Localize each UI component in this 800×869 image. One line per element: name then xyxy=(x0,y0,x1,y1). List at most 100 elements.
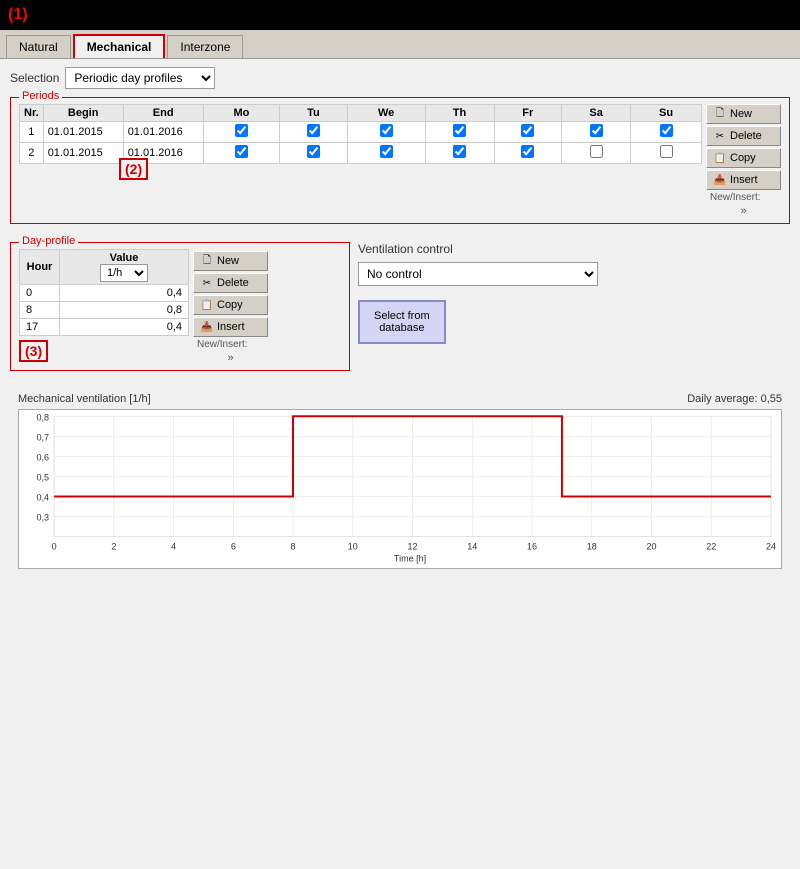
svg-text:14: 14 xyxy=(467,542,477,552)
annotation-3: (3) xyxy=(19,340,48,362)
title-bar: (1) xyxy=(0,0,800,30)
annotation-2: (2) xyxy=(119,158,148,180)
day-copy-button[interactable]: 📋 Copy xyxy=(193,295,268,315)
svg-text:2: 2 xyxy=(111,542,116,552)
svg-text:0,6: 0,6 xyxy=(37,452,50,462)
day-table-wrap: Hour Value 1/h m³/h xyxy=(19,249,189,364)
col-mo: Mo xyxy=(203,105,279,122)
period-2-nr: 2 xyxy=(20,143,44,164)
col-end: End xyxy=(123,105,203,122)
periods-delete-button[interactable]: ✂ Delete xyxy=(706,126,781,146)
svg-text:22: 22 xyxy=(706,542,716,552)
title-label: (1) xyxy=(8,6,28,24)
period-1-we[interactable] xyxy=(347,122,425,143)
col-sa: Sa xyxy=(562,105,631,122)
periods-table: Nr. Begin End Mo Tu We Th Fr Sa Su xyxy=(19,104,702,164)
ventilation-dropdown: No control Temperature control CO2 contr… xyxy=(358,262,790,286)
day-hour-0: 0 xyxy=(20,285,60,302)
chart-header: Mechanical ventilation [1/h] Daily avera… xyxy=(18,393,782,405)
periods-copy-button[interactable]: 📋 Copy xyxy=(706,148,781,168)
col-tu: Tu xyxy=(280,105,348,122)
periods-section: Periods Nr. Begin End Mo Tu We Th Fr xyxy=(10,97,790,224)
periods-area: Nr. Begin End Mo Tu We Th Fr Sa Su xyxy=(19,104,781,217)
period-1-tu[interactable] xyxy=(280,122,348,143)
day-new-icon: 🗋 xyxy=(200,254,214,268)
chart-section: Mechanical ventilation [1/h] Daily avera… xyxy=(10,387,790,575)
svg-text:0,7: 0,7 xyxy=(37,432,50,442)
tab-interzone[interactable]: Interzone xyxy=(167,35,243,58)
day-value-0: 0,4 xyxy=(60,285,189,302)
svg-text:0,4: 0,4 xyxy=(37,493,50,503)
svg-text:18: 18 xyxy=(587,542,597,552)
col-we: We xyxy=(347,105,425,122)
svg-text:20: 20 xyxy=(646,542,656,552)
periods-new-insert-arrow: » xyxy=(706,205,781,217)
col-su: Su xyxy=(631,105,702,122)
period-1-mo[interactable] xyxy=(203,122,279,143)
period-2-su[interactable] xyxy=(631,143,702,164)
tab-natural[interactable]: Natural xyxy=(6,35,71,58)
periods-new-button[interactable]: 🗋 New xyxy=(706,104,781,124)
svg-text:8: 8 xyxy=(291,542,296,552)
select-from-database-button[interactable]: Select from database xyxy=(358,300,446,344)
svg-text:12: 12 xyxy=(408,542,418,552)
svg-text:Time [h]: Time [h] xyxy=(394,554,426,564)
period-1-su[interactable] xyxy=(631,122,702,143)
new-icon: 🗋 xyxy=(713,107,727,121)
tabs-row: Natural Mechanical Interzone xyxy=(0,30,800,59)
period-2-th[interactable] xyxy=(425,143,494,164)
period-2-fr[interactable] xyxy=(494,143,562,164)
tab-mechanical[interactable]: Mechanical xyxy=(73,34,166,58)
ventilation-area: Ventilation control No control Temperatu… xyxy=(358,242,790,379)
period-2-we[interactable] xyxy=(347,143,425,164)
svg-text:24: 24 xyxy=(766,542,776,552)
svg-text:4: 4 xyxy=(171,542,176,552)
svg-text:6: 6 xyxy=(231,542,236,552)
period-2-sa[interactable] xyxy=(562,143,631,164)
day-hour-8: 8 xyxy=(20,302,60,319)
period-2-begin: 01.01.2015 xyxy=(43,143,123,164)
period-1-th[interactable] xyxy=(425,122,494,143)
col-begin: Begin xyxy=(43,105,123,122)
day-delete-icon: ✂ xyxy=(200,276,214,290)
svg-text:0,3: 0,3 xyxy=(37,513,50,523)
col-fr: Fr xyxy=(494,105,562,122)
period-1-sa[interactable] xyxy=(562,122,631,143)
period-2-mo[interactable] xyxy=(203,143,279,164)
periods-title: Periods xyxy=(19,90,62,102)
day-new-button[interactable]: 🗋 New xyxy=(193,251,268,271)
day-copy-icon: 📋 xyxy=(200,298,214,312)
unit-select[interactable]: 1/h m³/h xyxy=(100,264,148,282)
day-row-17: 17 0,4 xyxy=(20,319,189,336)
period-2-tu[interactable] xyxy=(280,143,348,164)
period-1-nr: 1 xyxy=(20,122,44,143)
svg-text:16: 16 xyxy=(527,542,537,552)
svg-text:0: 0 xyxy=(52,542,57,552)
selection-dropdown[interactable]: Periodic day profiles Other option xyxy=(65,67,215,89)
insert-icon: 📥 xyxy=(713,173,727,187)
chart-svg: 0,8 0,7 0,6 0,5 0,4 0,3 0 2 4 6 8 10 12 … xyxy=(19,410,781,568)
periods-table-wrap: Nr. Begin End Mo Tu We Th Fr Sa Su xyxy=(19,104,702,164)
day-row-0: 0 0,4 xyxy=(20,285,189,302)
ventilation-select[interactable]: No control Temperature control CO2 contr… xyxy=(358,262,598,286)
periods-new-insert-label: New/Insert: xyxy=(706,192,781,203)
day-insert-button[interactable]: 📥 Insert xyxy=(193,317,268,337)
ventilation-label: Ventilation control xyxy=(358,242,790,256)
period-1-begin: 01.01.2015 xyxy=(43,122,123,143)
col-th: Th xyxy=(425,105,494,122)
day-table: Hour Value 1/h m³/h xyxy=(19,249,189,336)
day-delete-button[interactable]: ✂ Delete xyxy=(193,273,268,293)
day-profile-title: Day-profile xyxy=(19,235,78,247)
day-insert-icon: 📥 xyxy=(200,320,214,334)
day-value-8: 0,8 xyxy=(60,302,189,319)
day-value-17: 0,4 xyxy=(60,319,189,336)
day-col-value: Value 1/h m³/h xyxy=(60,250,189,285)
periods-insert-button[interactable]: 📥 Insert xyxy=(706,170,781,190)
period-1-fr[interactable] xyxy=(494,122,562,143)
col-nr: Nr. xyxy=(20,105,44,122)
chart-area: 0,8 0,7 0,6 0,5 0,4 0,3 0 2 4 6 8 10 12 … xyxy=(18,409,782,569)
day-hour-17: 17 xyxy=(20,319,60,336)
delete-icon: ✂ xyxy=(713,129,727,143)
day-new-insert-arrow: » xyxy=(193,352,268,364)
period-row-1: 1 01.01.2015 01.01.2016 xyxy=(20,122,702,143)
